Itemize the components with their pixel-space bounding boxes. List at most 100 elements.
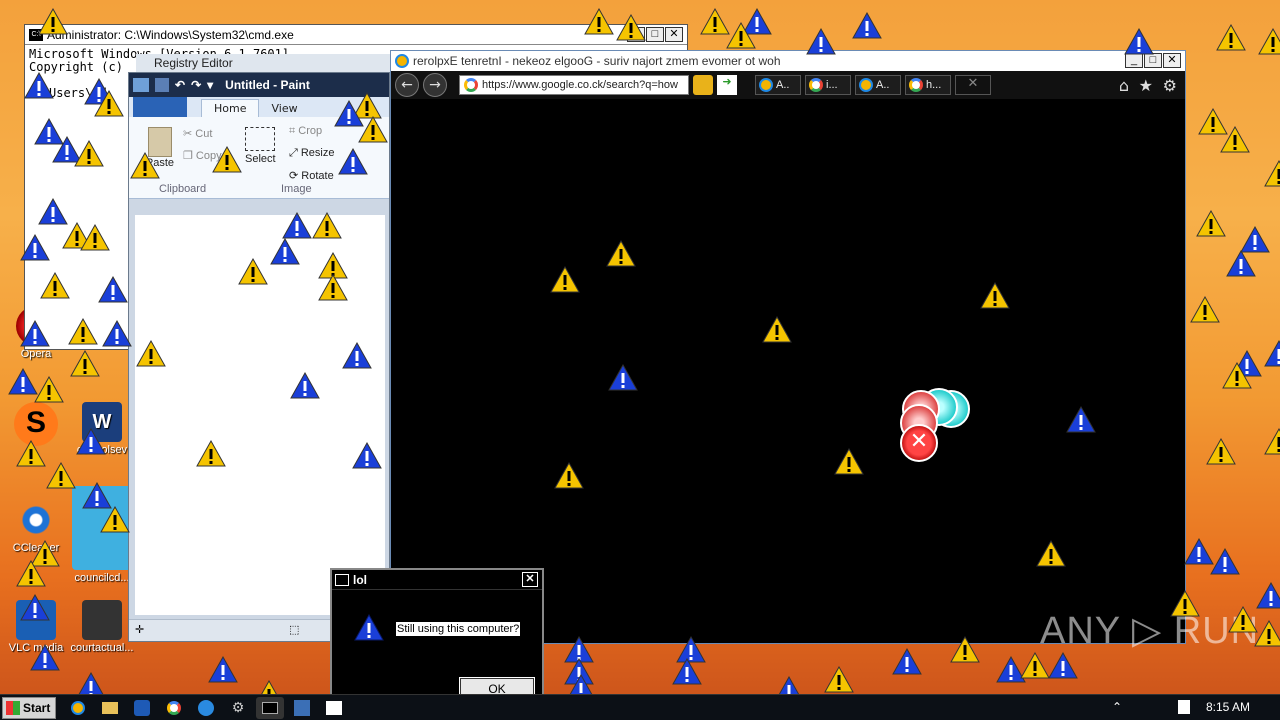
maximize-button[interactable]: □: [646, 27, 664, 42]
regedit-taskbar-icon[interactable]: [288, 697, 316, 719]
paint-titlebar[interactable]: ↶ ↷ ▾ Untitled - Paint: [129, 73, 389, 97]
show-hidden-icons-button[interactable]: ⌃: [1112, 700, 1122, 714]
warning-icon: [238, 258, 268, 285]
warning-icon: [550, 266, 580, 293]
file-icon: [82, 600, 122, 640]
play-icon: [134, 699, 150, 716]
info-warning-icon: [892, 648, 922, 675]
lol-dialog[interactable]: lol ✕ Still using this computer? OK: [330, 568, 544, 708]
info-warning-icon: [208, 656, 238, 683]
dialog-title: lol: [353, 572, 367, 587]
info-warning-icon: [20, 234, 50, 261]
minimize-button[interactable]: _: [1125, 53, 1143, 68]
new-tab-button[interactable]: ✕: [955, 75, 991, 95]
select-button[interactable]: Select: [245, 127, 276, 165]
warning-icon: [606, 240, 636, 267]
paint-taskbar-icon[interactable]: [320, 697, 348, 719]
ie-window[interactable]: rerolpxE tenretnI - nekeoz elgooG - suri…: [390, 50, 1186, 644]
go-button[interactable]: ➜: [717, 75, 737, 95]
warning-icon: [318, 274, 348, 301]
start-label: Start: [23, 700, 51, 715]
dialog-titlebar[interactable]: lol ✕: [332, 570, 542, 590]
tab-view[interactable]: View: [259, 100, 309, 117]
warning-icon: [1220, 126, 1250, 153]
registry-title: Registry Editor: [154, 56, 233, 70]
info-warning-icon: [1124, 28, 1154, 55]
warning-icon: [584, 8, 614, 35]
info-warning-icon: [1226, 250, 1256, 277]
clipboard-group-label: Clipboard: [159, 183, 207, 195]
close-button[interactable]: ✕: [1163, 53, 1181, 68]
chrome-taskbar-icon[interactable]: [160, 697, 188, 719]
dialog-message: Still using this computer?: [396, 622, 521, 636]
warning-icon: [16, 440, 46, 467]
warning-icon: [34, 376, 64, 403]
rotate-button[interactable]: ⟳ Rotate: [289, 169, 334, 182]
browser-tab[interactable]: i...: [805, 75, 851, 95]
cmd-taskbar-icon[interactable]: [256, 696, 284, 719]
close-button[interactable]: ✕: [665, 27, 683, 42]
browser-tab[interactable]: h...: [905, 75, 951, 95]
browser-tab[interactable]: A..: [855, 75, 901, 95]
tab-label: A..: [876, 79, 890, 91]
chrome-icon: [167, 700, 181, 715]
back-button[interactable]: ←: [395, 73, 419, 97]
warning-icon: [312, 212, 342, 239]
dialog-close-button[interactable]: ✕: [522, 572, 538, 587]
address-bar[interactable]: https://www.google.co.ck/search?q=how: [459, 75, 689, 95]
desktop-icon-label: courtactual...: [70, 642, 134, 654]
media-player-taskbar-icon[interactable]: [128, 697, 156, 719]
info-warning-icon: [338, 148, 368, 175]
save-icon[interactable]: [155, 78, 169, 92]
redo-icon[interactable]: ↷: [191, 78, 201, 92]
clock[interactable]: 8:15 AM: [1206, 700, 1250, 714]
warning-icon: [762, 316, 792, 343]
registry-editor-titlebar[interactable]: Registry Editor: [136, 54, 390, 72]
maximize-button[interactable]: □: [1144, 53, 1162, 68]
info-warning-icon: [76, 428, 106, 455]
info-warning-icon: [20, 320, 50, 347]
select-icon: [245, 127, 276, 151]
address-text: https://www.google.co.ck/search?q=how: [482, 79, 678, 91]
paint-file-menu-button[interactable]: [133, 97, 187, 117]
cmd-title: Administrator: C:\Windows\System32\cmd.e…: [47, 27, 294, 42]
ie-taskbar-icon[interactable]: [64, 697, 92, 719]
customize-qat-icon[interactable]: ▾: [207, 78, 213, 92]
warning-icon: [616, 14, 646, 41]
warning-icon: [1170, 590, 1200, 617]
warning-icon: [726, 22, 756, 49]
windows-logo-icon: [6, 700, 20, 715]
warning-icon: [1222, 362, 1252, 389]
lock-icon[interactable]: [693, 75, 713, 95]
warning-icon: [1264, 160, 1280, 187]
ie-titlebar[interactable]: rerolpxE tenretnI - nekeoz elgooG - suri…: [391, 51, 1185, 71]
watermark-logo: ANY ▷ RUN: [1040, 610, 1260, 652]
tab-home[interactable]: Home: [201, 99, 260, 117]
start-button[interactable]: Start: [2, 696, 56, 719]
crop-button[interactable]: ⌗ Crop: [289, 125, 322, 138]
browser-tab[interactable]: A..: [755, 75, 801, 95]
gear-icon: ⚙: [231, 699, 245, 716]
settings-gear-icon[interactable]: ⚙: [1163, 76, 1177, 95]
info-warning-icon: [282, 212, 312, 239]
app-taskbar-icon[interactable]: [192, 697, 220, 719]
info-warning-icon: [354, 614, 384, 641]
info-warning-icon: [20, 594, 50, 621]
explorer-taskbar-icon[interactable]: [96, 697, 124, 719]
home-icon[interactable]: ⌂: [1119, 76, 1129, 95]
network-icon[interactable]: [1178, 700, 1190, 714]
warning-icon: [1206, 438, 1236, 465]
undo-icon[interactable]: ↶: [175, 78, 185, 92]
cut-button[interactable]: ✂ Cut: [183, 127, 212, 140]
favorites-icon[interactable]: ★: [1139, 76, 1153, 95]
warning-icon: [196, 440, 226, 467]
warning-icon: [1036, 540, 1066, 567]
info-warning-icon: [1066, 406, 1096, 433]
warning-icon: [1190, 296, 1220, 323]
forward-button[interactable]: →: [423, 73, 447, 97]
control-panel-taskbar-icon[interactable]: ⚙: [224, 697, 252, 719]
warning-icon: [100, 506, 130, 533]
paint-app-icon: [133, 78, 149, 92]
resize-button[interactable]: ⤢ Resize: [289, 147, 334, 160]
warning-icon: [1216, 24, 1246, 51]
